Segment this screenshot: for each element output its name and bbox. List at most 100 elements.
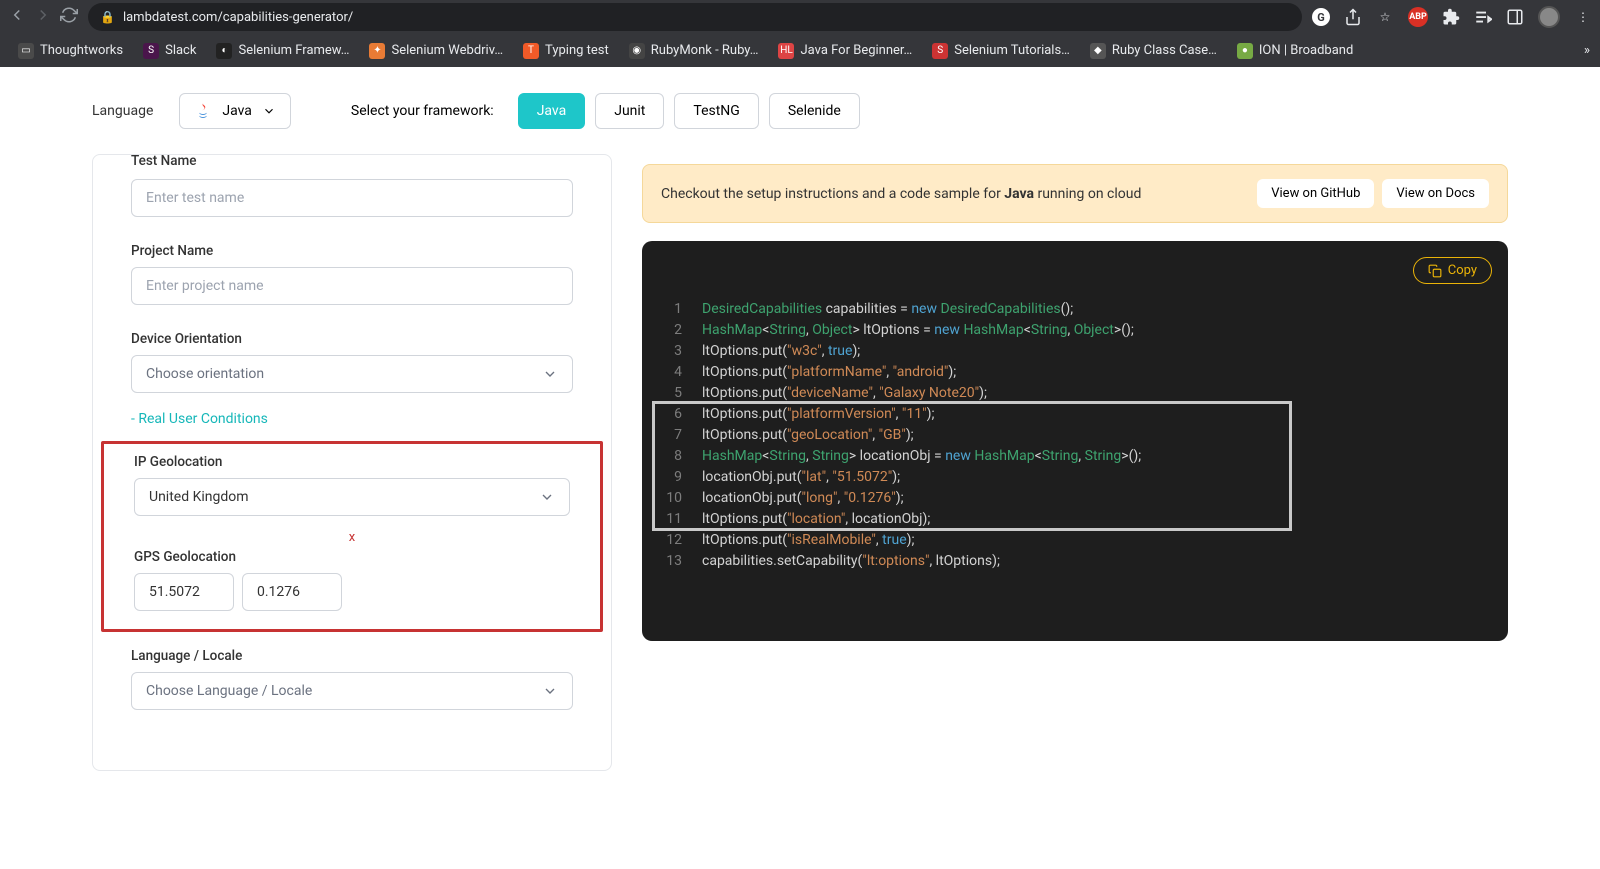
bookmark-label: Java For Beginner… (800, 43, 912, 58)
device-orientation-label: Device Orientation (131, 331, 573, 347)
framework-button-testng[interactable]: TestNG (674, 93, 758, 129)
code-content: ltOptions.put("isRealMobile", true); (702, 530, 914, 551)
code-area: 1DesiredCapabilities capabilities = new … (660, 299, 1490, 572)
kebab-menu-icon[interactable]: ⋮ (1574, 8, 1592, 26)
code-line: 12ltOptions.put("isRealMobile", true); (660, 530, 1490, 551)
chevron-down-icon (542, 366, 558, 382)
bookmark-icon: S (143, 43, 159, 59)
test-name-input[interactable] (131, 179, 573, 217)
copy-icon (1428, 264, 1442, 278)
browser-chrome: 🔒 lambdatest.com/capabilities-generator/… (0, 0, 1600, 67)
bookmarks-more-icon[interactable]: » (1584, 43, 1590, 58)
forward-button[interactable] (34, 6, 52, 28)
code-content: ltOptions.put("platformName", "android")… (702, 362, 956, 383)
gps-geo-label: GPS Geolocation (134, 549, 570, 565)
bookmark-item[interactable]: ◆ Ruby Class Case… (1082, 39, 1225, 63)
project-name-input[interactable] (131, 267, 573, 305)
java-icon (194, 102, 212, 120)
bookmark-item[interactable]: S Slack (135, 39, 204, 63)
lang-locale-placeholder: Choose Language / Locale (146, 683, 312, 699)
share-icon[interactable] (1344, 8, 1362, 26)
playlist-icon[interactable] (1474, 8, 1492, 26)
code-line: 2 HashMap<String, Object> ltOptions = new… (660, 320, 1490, 341)
form-panel: Test Name Project Name Device Orientatio… (92, 154, 612, 771)
profile-avatar[interactable] (1538, 6, 1560, 28)
framework-button-selenide[interactable]: Selenide (769, 93, 860, 129)
line-number: 2 (660, 320, 682, 341)
chevron-down-icon (262, 104, 276, 118)
bookmark-item[interactable]: ◉ RubyMonk - Ruby… (621, 39, 767, 63)
ip-geo-label: IP Geolocation (134, 454, 570, 470)
bookmark-item[interactable]: SSelenium Tutorials… (924, 39, 1078, 63)
bookmarks-bar: ▭ Thoughtworks S Slack ◐ Selenium Framew… ✦ Sel… (0, 34, 1600, 67)
bookmark-icon: ✦ (369, 43, 385, 59)
framework-button-junit[interactable]: Junit (595, 93, 664, 129)
code-line: 13capabilities.setCapability("lt:options… (660, 551, 1490, 572)
bookmark-icon: ◐ (216, 43, 232, 59)
panel-icon[interactable] (1506, 8, 1524, 26)
page-toolbar: Language Java Select your framework: Jav… (0, 67, 1600, 154)
view-on-docs-button[interactable]: View on Docs (1382, 179, 1489, 208)
url-bar[interactable]: 🔒 lambdatest.com/capabilities-generator/ (88, 3, 1302, 31)
bookmark-label: Ruby Class Case… (1112, 43, 1217, 58)
banner-text: Checkout the setup instructions and a co… (661, 186, 1141, 202)
bookmark-icon: ◉ (629, 43, 645, 59)
lang-locale-label: Language / Locale (131, 648, 573, 664)
ip-geo-value: United Kingdom (149, 489, 249, 505)
gps-long-input[interactable] (242, 573, 342, 611)
bookmark-item[interactable]: ● ION | Broadband (1229, 39, 1361, 63)
bookmark-star-icon[interactable]: ☆ (1376, 8, 1394, 26)
language-select[interactable]: Java (179, 93, 291, 129)
gps-lat-input[interactable] (134, 573, 234, 611)
bookmark-icon: ◆ (1090, 43, 1106, 59)
device-orientation-placeholder: Choose orientation (146, 366, 264, 382)
chevron-down-icon (539, 489, 555, 505)
view-on-github-button[interactable]: View on GitHub (1257, 179, 1374, 208)
back-button[interactable] (8, 6, 26, 28)
framework-button-java[interactable]: Java (518, 93, 586, 129)
project-name-label: Project Name (131, 243, 573, 259)
bookmark-item[interactable]: ✦ Selenium Webdriv… (361, 39, 511, 63)
chevron-down-icon (542, 683, 558, 699)
language-value: Java (222, 103, 252, 119)
lang-locale-select[interactable]: Choose Language / Locale (131, 672, 573, 710)
bookmark-label: Thoughtworks (40, 43, 123, 58)
line-number: 1 (660, 299, 682, 320)
google-icon[interactable]: G (1312, 8, 1330, 26)
bookmark-item[interactable]: ◐ Selenium Framew… (208, 39, 357, 63)
setup-banner: Checkout the setup instructions and a co… (642, 164, 1508, 223)
code-highlight (652, 401, 1292, 531)
reload-button[interactable] (60, 6, 78, 28)
line-number: 4 (660, 362, 682, 383)
framework-group: JavaJunit TestNG Selenide (518, 93, 860, 129)
ip-geo-select[interactable]: United Kingdom (134, 478, 570, 516)
device-orientation-select[interactable]: Choose orientation (131, 355, 573, 393)
bookmark-item[interactable]: HL Java For Beginner… (770, 39, 920, 63)
bookmark-label: Selenium Framew… (238, 43, 349, 58)
code-content: capabilities.setCapability("lt:options",… (702, 551, 1000, 572)
code-line: 1DesiredCapabilities capabilities = new … (660, 299, 1490, 320)
clear-geo-button[interactable]: x (134, 530, 570, 545)
bookmark-icon: ● (1237, 43, 1253, 59)
bookmark-label: ION | Broadband (1259, 43, 1353, 58)
bookmark-icon: T (523, 43, 539, 59)
bookmark-label: Selenium Webdriv… (391, 43, 503, 58)
bookmark-label: Selenium Tutorials… (954, 43, 1070, 58)
bookmark-icon: ▭ (18, 43, 34, 59)
real-user-conditions-toggle[interactable]: - Real User Conditions (93, 393, 611, 437)
abp-icon[interactable]: ABP (1408, 7, 1428, 27)
code-content: HashMap<String, Object> ltOptions = new … (702, 320, 1134, 341)
bookmark-icon: HL (778, 43, 794, 59)
line-number: 3 (660, 341, 682, 362)
right-panel: Checkout the setup instructions and a co… (642, 154, 1508, 771)
language-label: Language (92, 103, 153, 119)
code-line: 4 ltOptions.put("platformName", "android"… (660, 362, 1490, 383)
bookmark-label: Slack (165, 43, 196, 58)
geolocation-highlight: IP Geolocation United Kingdom x GPS Geol… (101, 441, 603, 632)
extensions-icon[interactable] (1442, 8, 1460, 26)
bookmark-item[interactable]: TTyping test (515, 39, 617, 63)
bookmark-label: RubyMonk - Ruby… (651, 43, 759, 58)
copy-button[interactable]: Copy (1413, 257, 1492, 284)
code-line: 3ltOptions.put("w3c", true); (660, 341, 1490, 362)
bookmark-item[interactable]: ▭ Thoughtworks (10, 39, 131, 63)
